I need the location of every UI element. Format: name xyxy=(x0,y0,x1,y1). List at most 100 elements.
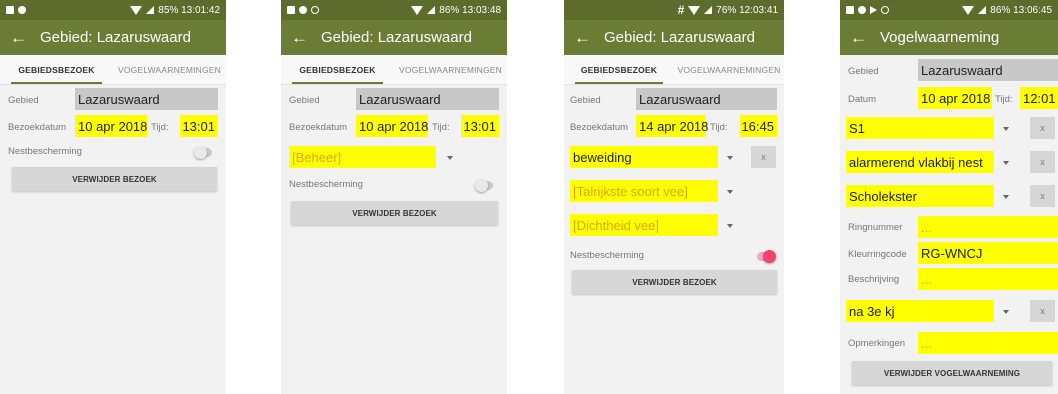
nestbescherming-label: Nestbescherming xyxy=(8,146,82,157)
beheer-dropdown[interactable]: [Beheer] xyxy=(289,146,436,168)
page-title: Gebied: Lazaruswaard xyxy=(321,29,472,46)
chevron-down-icon[interactable] xyxy=(1003,127,1009,131)
date-field[interactable]: 10 apr 2018 xyxy=(918,87,992,109)
clear-button[interactable]: x xyxy=(1030,185,1055,207)
date-field[interactable]: 14 apr 2018 xyxy=(636,115,708,137)
nestbescherming-label: Nestbescherming xyxy=(570,250,644,261)
chevron-down-icon[interactable] xyxy=(727,156,733,160)
clear-button[interactable]: x xyxy=(1030,300,1055,322)
tab-gebiedsbezoek[interactable]: GEBIEDSBEZOEK xyxy=(281,55,394,84)
tab-vogelwaarnemingen[interactable]: VOGELWAARNEMINGEN xyxy=(394,55,507,84)
verwijder-bezoek-button[interactable]: VERWIJDER BEZOEK xyxy=(572,270,777,294)
verwijder-vogelwaarneming-button[interactable]: VERWIJDER VOGELWAARNEMING xyxy=(852,361,1052,385)
time-field[interactable]: 16:45 xyxy=(740,115,777,137)
tab-vogelwaarnemingen[interactable]: VOGELWAARNEMINGEN xyxy=(113,55,226,84)
time-field[interactable]: 12:01 xyxy=(1020,87,1058,109)
date-field[interactable]: 10 apr 2018 xyxy=(356,115,428,137)
back-arrow-icon[interactable]: ← xyxy=(574,28,604,48)
chevron-down-icon[interactable] xyxy=(727,190,733,194)
page-title: Gebied: Lazaruswaard xyxy=(40,29,191,46)
status-bar: 85% 13:01:42 xyxy=(0,0,226,20)
soort-dropdown[interactable]: Scholekster xyxy=(846,185,994,207)
gebied-field: Lazaruswaard xyxy=(356,88,499,110)
chevron-down-icon[interactable] xyxy=(447,156,453,160)
sync-icon xyxy=(311,6,319,14)
chevron-down-icon[interactable] xyxy=(1003,195,1009,199)
beheer-dropdown[interactable]: beweiding xyxy=(570,146,718,168)
dichtheid-vee-dropdown[interactable]: [Dichtheid vee] xyxy=(570,214,718,236)
app-bar: ← Gebied: Lazaruswaard xyxy=(564,20,784,55)
tijd-label: Tijd: xyxy=(151,122,169,133)
clear-beheer-button[interactable]: x xyxy=(751,146,776,168)
tab-bar: GEBIEDSBEZOEK VOGELWAARNEMINGEN xyxy=(281,55,507,85)
beschrijving-label: Beschrijving xyxy=(848,274,900,285)
wifi-icon xyxy=(130,5,143,15)
status-time: 85% 13:01:42 xyxy=(158,4,220,16)
bezoekdatum-label: Bezoekdatum xyxy=(570,122,629,133)
tab-bar: GEBIEDSBEZOEK VOGELWAARNEMINGEN xyxy=(564,55,784,85)
page-title: Gebied: Lazaruswaard xyxy=(604,29,755,46)
kleurringcode-input[interactable]: RG-WNCJ xyxy=(918,242,1058,264)
app-bar: ← Gebied: Lazaruswaard xyxy=(281,20,507,55)
wifi-icon xyxy=(688,5,701,15)
chevron-down-icon[interactable] xyxy=(1003,161,1009,165)
signal-icon xyxy=(146,6,155,14)
nestbescherming-switch[interactable] xyxy=(475,179,493,192)
play-icon xyxy=(870,6,877,14)
ringnummer-input[interactable]: ... xyxy=(918,216,1058,238)
switch-knob xyxy=(763,250,776,263)
verwijder-bezoek-button[interactable]: VERWIJDER BEZOEK xyxy=(12,167,217,191)
tijd-label: Tijd: xyxy=(710,122,728,133)
verwijder-bezoek-button[interactable]: VERWIJDER BEZOEK xyxy=(291,201,498,225)
kleurringcode-label: Kleurringcode xyxy=(848,249,907,260)
time-field[interactable]: 13:01 xyxy=(461,115,499,137)
clear-button[interactable]: x xyxy=(1030,151,1055,173)
clear-button[interactable]: x xyxy=(1030,117,1055,139)
tab-gebiedsbezoek[interactable]: GEBIEDSBEZOEK xyxy=(0,55,113,84)
screen-gebiedsbezoek-1: 85% 13:01:42 ← Gebied: Lazaruswaard GEBI… xyxy=(0,0,226,394)
gallery-icon xyxy=(846,6,854,14)
status-time: 76% 12:03:41 xyxy=(716,4,778,16)
gebied-label: Gebied xyxy=(848,66,879,77)
tijd-label: Tijd: xyxy=(995,94,1013,105)
waarneming-dropdown[interactable]: S1 xyxy=(846,117,994,139)
status-time: 86% 13:03:48 xyxy=(439,4,501,16)
chevron-down-icon[interactable] xyxy=(1003,310,1009,314)
tab-vogelwaarnemingen[interactable]: VOGELWAARNEMINGEN xyxy=(674,55,784,84)
ringnummer-label: Ringnummer xyxy=(848,222,903,233)
wifi-icon xyxy=(411,5,424,15)
chevron-down-icon[interactable] xyxy=(727,224,733,228)
switch-knob xyxy=(194,146,207,159)
nestbescherming-label: Nestbescherming xyxy=(289,179,363,190)
status-time: 86% 13:06:45 xyxy=(990,4,1052,16)
back-arrow-icon[interactable]: ← xyxy=(291,28,321,48)
nestbescherming-switch[interactable] xyxy=(194,146,212,159)
gebied-label: Gebied xyxy=(289,95,320,106)
tab-gebiedsbezoek[interactable]: GEBIEDSBEZOEK xyxy=(564,55,674,84)
time-field[interactable]: 13:01 xyxy=(180,115,218,137)
sync-icon xyxy=(881,6,889,14)
bezoekdatum-label: Bezoekdatum xyxy=(289,122,348,133)
nestbescherming-switch[interactable] xyxy=(757,250,776,263)
datum-label: Datum xyxy=(848,94,876,105)
gebied-field: Lazaruswaard xyxy=(636,88,777,110)
tijd-label: Tijd: xyxy=(432,122,450,133)
talrijkste-soort-vee-dropdown[interactable]: [Talrijkste soort vee] xyxy=(570,180,718,202)
signal-icon xyxy=(704,6,713,14)
screen-vogelwaarneming: 86% 13:06:45 ← Vogelwaarneming Gebied La… xyxy=(840,0,1058,394)
gallery-icon xyxy=(6,6,14,14)
date-field[interactable]: 10 apr 2018 xyxy=(75,115,147,137)
screen-gebiedsbezoek-2: 86% 13:03:48 ← Gebied: Lazaruswaard GEBI… xyxy=(281,0,507,394)
status-bar: 86% 13:03:48 xyxy=(281,0,507,20)
back-arrow-icon[interactable]: ← xyxy=(850,28,880,48)
gebied-field: Lazaruswaard xyxy=(918,59,1058,81)
beschrijving-input[interactable]: ... xyxy=(918,268,1058,290)
gedrag-dropdown[interactable]: alarmerend vlakbij nest xyxy=(846,151,994,173)
leeftijd-dropdown[interactable]: na 3e kj xyxy=(846,300,994,322)
wifi-icon xyxy=(962,5,975,15)
opmerkingen-input[interactable]: ... xyxy=(918,332,1058,354)
screen-gebiedsbezoek-3: #76% 12:03:41 ← Gebied: Lazaruswaard GEB… xyxy=(564,0,784,394)
back-arrow-icon[interactable]: ← xyxy=(10,28,40,48)
info-icon xyxy=(858,6,866,14)
hash-icon: # xyxy=(677,3,685,17)
